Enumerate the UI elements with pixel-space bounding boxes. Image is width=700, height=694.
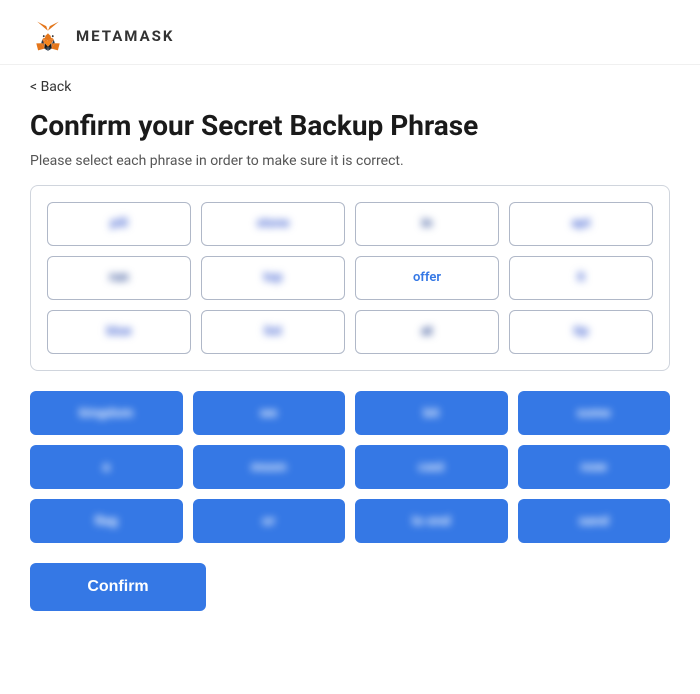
phrase-slot-2-word: stone bbox=[257, 216, 290, 231]
phrase-slot-3-word: in bbox=[422, 216, 433, 231]
phrase-slot-5-word: run bbox=[109, 270, 128, 285]
word-button-8-label: now bbox=[581, 459, 607, 474]
phrase-slot-7-word: offer bbox=[413, 270, 441, 285]
word-button-7-label: cast bbox=[418, 459, 444, 474]
phrase-slot-12-word: tip bbox=[573, 324, 588, 339]
word-button-8[interactable]: now bbox=[518, 445, 671, 489]
word-button-9-label: flag bbox=[95, 513, 118, 528]
word-button-12-label: sand bbox=[579, 513, 609, 528]
word-button-6-label: moon bbox=[251, 459, 286, 474]
page-subtitle: Please select each phrase in order to ma… bbox=[0, 153, 700, 185]
app-title: METAMASK bbox=[76, 27, 174, 45]
phrase-slot-4-word: apt bbox=[572, 216, 591, 231]
word-button-11[interactable]: lo end bbox=[355, 499, 508, 543]
phrase-slot-2[interactable]: stone bbox=[201, 202, 345, 246]
metamask-logo-icon bbox=[30, 18, 66, 54]
confirm-button[interactable]: Confirm bbox=[30, 563, 206, 611]
phrase-slot-7[interactable]: offer bbox=[355, 256, 499, 300]
word-button-2-label: we bbox=[260, 405, 277, 420]
word-button-6[interactable]: moon bbox=[193, 445, 346, 489]
word-button-3[interactable]: bit bbox=[355, 391, 508, 435]
phrase-slot-3[interactable]: in bbox=[355, 202, 499, 246]
phrase-slot-6-word: top bbox=[264, 270, 283, 285]
phrase-slot-4[interactable]: apt bbox=[509, 202, 653, 246]
phrase-slot-10-word: list bbox=[264, 324, 282, 339]
back-button[interactable]: < Back bbox=[0, 65, 700, 101]
word-button-12[interactable]: sand bbox=[518, 499, 671, 543]
phrase-drop-area: pill stone in apt run top offer it blue … bbox=[30, 185, 670, 371]
phrase-slot-8-word: it bbox=[577, 270, 585, 285]
word-button-1[interactable]: kingdom bbox=[30, 391, 183, 435]
word-button-5[interactable]: a bbox=[30, 445, 183, 489]
phrase-slot-grid: pill stone in apt run top offer it blue … bbox=[47, 202, 653, 354]
phrase-slot-6[interactable]: top bbox=[201, 256, 345, 300]
word-button-11-label: lo end bbox=[412, 513, 450, 528]
page-title: Confirm your Secret Backup Phrase bbox=[0, 101, 700, 153]
phrase-slot-1-word: pill bbox=[110, 216, 127, 231]
word-buttons-area: kingdom we bit some a moon cast now flag… bbox=[30, 391, 670, 543]
header: METAMASK bbox=[0, 0, 700, 65]
word-button-2[interactable]: we bbox=[193, 391, 346, 435]
word-buttons-grid: kingdom we bit some a moon cast now flag… bbox=[30, 391, 670, 543]
word-button-4-label: some bbox=[577, 405, 611, 420]
word-button-5-label: a bbox=[103, 459, 110, 474]
phrase-slot-5[interactable]: run bbox=[47, 256, 191, 300]
phrase-slot-9-word: blue bbox=[107, 324, 132, 339]
phrase-slot-9[interactable]: blue bbox=[47, 310, 191, 354]
phrase-slot-11[interactable]: at bbox=[355, 310, 499, 354]
phrase-slot-1[interactable]: pill bbox=[47, 202, 191, 246]
word-button-4[interactable]: some bbox=[518, 391, 671, 435]
word-button-3-label: bit bbox=[423, 405, 439, 420]
word-button-7[interactable]: cast bbox=[355, 445, 508, 489]
phrase-slot-11-word: at bbox=[421, 324, 432, 339]
word-button-1-label: kingdom bbox=[79, 405, 133, 420]
phrase-slot-8[interactable]: it bbox=[509, 256, 653, 300]
word-button-9[interactable]: flag bbox=[30, 499, 183, 543]
phrase-slot-10[interactable]: list bbox=[201, 310, 345, 354]
phrase-slot-12[interactable]: tip bbox=[509, 310, 653, 354]
word-button-10[interactable]: or bbox=[193, 499, 346, 543]
word-button-10-label: or bbox=[262, 513, 275, 528]
